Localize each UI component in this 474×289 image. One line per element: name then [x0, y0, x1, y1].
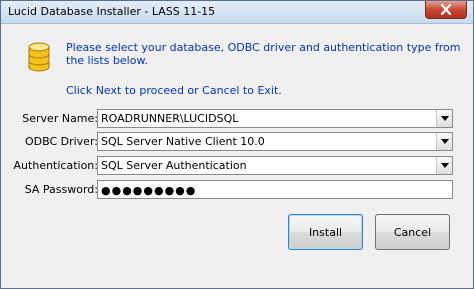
title-bar[interactable]: Lucid Database Installer - LASS 11-15	[1, 1, 473, 24]
dialog-body: Please select your database, ODBC driver…	[8, 29, 466, 281]
chevron-down-icon	[441, 139, 449, 144]
sa-password-field[interactable]: ●●●●●●●●●	[97, 180, 453, 199]
server-name-dropdown-button[interactable]	[436, 110, 452, 127]
cancel-button[interactable]: Cancel	[375, 214, 450, 250]
server-name-value: ROADRUNNER\LUCIDSQL	[101, 112, 239, 125]
instruction-text: Please select your database, ODBC driver…	[66, 41, 461, 67]
instruction-text-next: Click Next to proceed or Cancel to Exit.	[66, 84, 282, 97]
odbc-driver-dropdown-button[interactable]	[436, 133, 452, 150]
server-name-dropdown[interactable]: ROADRUNNER\LUCIDSQL	[97, 109, 453, 128]
installer-window: Lucid Database Installer - LASS 11-15 Pl…	[0, 0, 474, 289]
server-name-label: Server Name:	[22, 112, 98, 125]
chevron-down-icon	[441, 116, 449, 121]
sa-password-label: SA Password:	[24, 183, 98, 196]
install-button[interactable]: Install	[288, 214, 363, 250]
authentication-dropdown[interactable]: SQL Server Authentication	[97, 156, 453, 175]
sa-password-value: ●●●●●●●●●	[101, 184, 197, 197]
odbc-driver-label: ODBC Driver:	[24, 135, 98, 148]
database-icon	[28, 42, 50, 72]
authentication-value: SQL Server Authentication	[101, 159, 247, 172]
authentication-label: Authentication:	[13, 159, 98, 172]
authentication-dropdown-button[interactable]	[436, 157, 452, 174]
odbc-driver-dropdown[interactable]: SQL Server Native Client 10.0	[97, 132, 453, 151]
chevron-down-icon	[441, 163, 449, 168]
window-title: Lucid Database Installer - LASS 11-15	[8, 5, 216, 18]
close-button[interactable]	[425, 1, 467, 19]
close-icon	[440, 4, 452, 15]
odbc-driver-value: SQL Server Native Client 10.0	[101, 135, 265, 148]
